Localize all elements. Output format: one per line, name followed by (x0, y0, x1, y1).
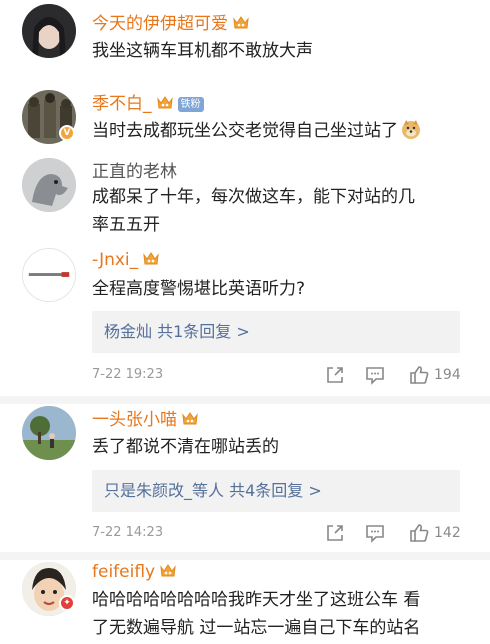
like-count: 142 (434, 525, 461, 541)
share-icon[interactable] (324, 364, 346, 386)
avatar[interactable] (22, 248, 76, 302)
comment-icon[interactable] (364, 522, 386, 544)
comment-time: 7-22 14:23 (92, 525, 164, 540)
comment-feed: 今天的伊伊超可爱 我坐这辆车耳机都不敢放大声 V 季不白_ 铁粉 当时去成都玩坐公… (0, 0, 490, 644)
username[interactable]: 一头张小喵 (92, 410, 199, 430)
fan-level-badge: 铁粉 (177, 97, 204, 112)
comment-meta: 7-22 19:23 194 (92, 364, 468, 388)
comment-text: 成都呆了十年，每次做这车，能下对站的几 率五五开 (92, 187, 415, 235)
share-icon[interactable] (324, 522, 346, 544)
divider (0, 396, 490, 404)
username[interactable]: -Jnxi_ (92, 250, 160, 270)
fan-crown-icon (232, 15, 250, 31)
username[interactable]: 正直的老林 (92, 162, 177, 182)
divider (0, 552, 490, 560)
doge-emoji (402, 120, 420, 139)
comment-text: 我坐这辆车耳机都不敢放大声 (92, 41, 313, 61)
fan-crown-icon (159, 563, 177, 579)
username[interactable]: 今天的伊伊超可爱 (92, 14, 250, 34)
verified-badge-icon: ✦ (59, 595, 75, 611)
fan-crown-icon (156, 95, 174, 111)
comment-text: 丢了都说不清在哪站丢的 (92, 437, 279, 457)
verified-badge-icon: V (59, 125, 75, 141)
comment-time: 7-22 19:23 (92, 367, 164, 382)
thumbs-up-icon[interactable] (408, 522, 430, 544)
username[interactable]: feifeifly (92, 562, 177, 582)
reply-summary-link[interactable]: 杨金灿 共1条回复 > (92, 311, 460, 353)
comment-text: 哈哈哈哈哈哈哈哈我昨天才坐了这班公车 看 了无数遍导航 过一站忘一遍自己下车的站… (92, 590, 421, 638)
username[interactable]: 季不白_ 铁粉 (92, 94, 204, 114)
comment-icon[interactable] (364, 364, 386, 386)
fan-crown-icon (181, 411, 199, 427)
avatar[interactable] (22, 4, 76, 58)
comment-meta: 7-22 14:23 142 (92, 522, 468, 546)
comment-text: 全程高度警惕堪比英语听力? (92, 279, 306, 299)
avatar[interactable] (22, 406, 76, 460)
reply-summary-link[interactable]: 只是朱颜改_等人 共4条回复 > (92, 470, 460, 512)
thumbs-up-icon[interactable] (408, 364, 430, 386)
like-count: 194 (434, 367, 461, 383)
avatar[interactable] (22, 158, 76, 212)
comment-text: 当时去成都玩坐公交老觉得自己坐过站了 (92, 117, 468, 145)
fan-crown-icon (142, 251, 160, 267)
